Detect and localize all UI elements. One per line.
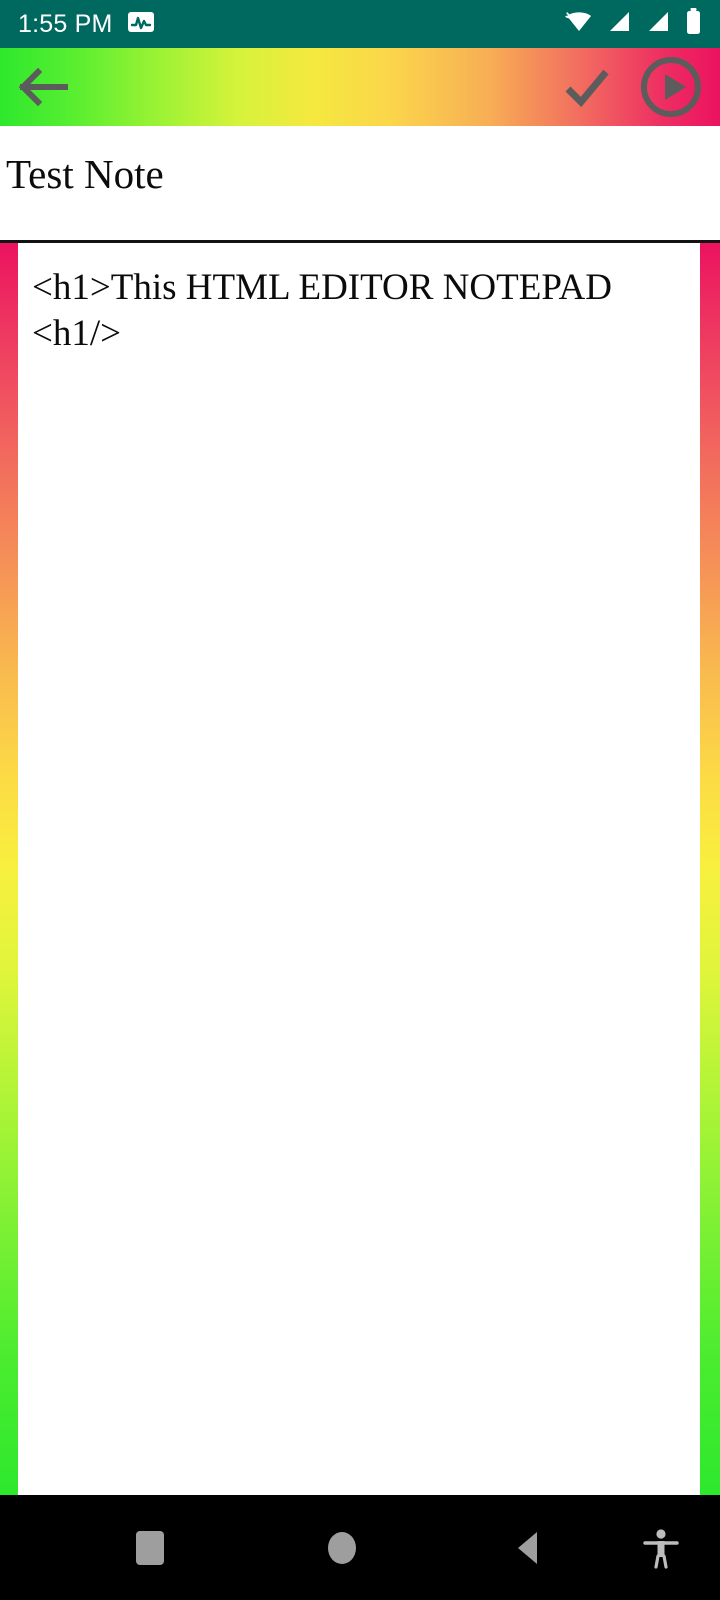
circle-icon xyxy=(328,1531,356,1564)
note-title-input[interactable] xyxy=(6,148,706,200)
phone-screen: 1:55 PM Test Note <h1>This HTML EDITOR N… xyxy=(0,0,720,1600)
signal-sim1-icon xyxy=(607,9,633,39)
preview-button[interactable] xyxy=(638,54,704,120)
note-body-section: <h1>This HTML EDITOR NOTEPAD <h1/> xyxy=(0,243,720,1495)
status-bar-clock: 1:55 PM xyxy=(18,9,113,38)
status-bar: 1:55 PM xyxy=(0,0,720,48)
battery-icon xyxy=(685,8,702,40)
save-button[interactable] xyxy=(558,62,616,112)
check-icon xyxy=(565,69,609,108)
app-toolbar xyxy=(0,48,720,126)
nav-home-button[interactable] xyxy=(272,1528,412,1568)
signal-sim2-icon xyxy=(646,9,672,39)
note-title-section: Title xyxy=(0,126,720,243)
toolbar-actions xyxy=(558,54,704,120)
activity-monitor-icon xyxy=(127,9,155,40)
status-bar-left: 1:55 PM xyxy=(18,9,155,40)
nav-accessibility-button[interactable] xyxy=(606,1525,716,1571)
square-icon xyxy=(136,1530,164,1565)
wifi-icon xyxy=(564,9,594,40)
left-gradient-border xyxy=(0,243,18,1495)
nav-back-button[interactable] xyxy=(460,1527,600,1569)
system-navigation-bar xyxy=(0,1495,720,1600)
back-button[interactable] xyxy=(16,64,72,110)
accessibility-icon xyxy=(643,1528,679,1569)
note-body-input[interactable]: <h1>This HTML EDITOR NOTEPAD <h1/> xyxy=(18,243,700,1495)
play-circle-icon xyxy=(641,57,701,117)
triangle-left-icon xyxy=(518,1531,537,1564)
arrow-left-icon xyxy=(18,67,68,107)
status-bar-right xyxy=(564,8,702,40)
right-gradient-border xyxy=(700,243,720,1495)
nav-recents-button[interactable] xyxy=(80,1527,220,1569)
